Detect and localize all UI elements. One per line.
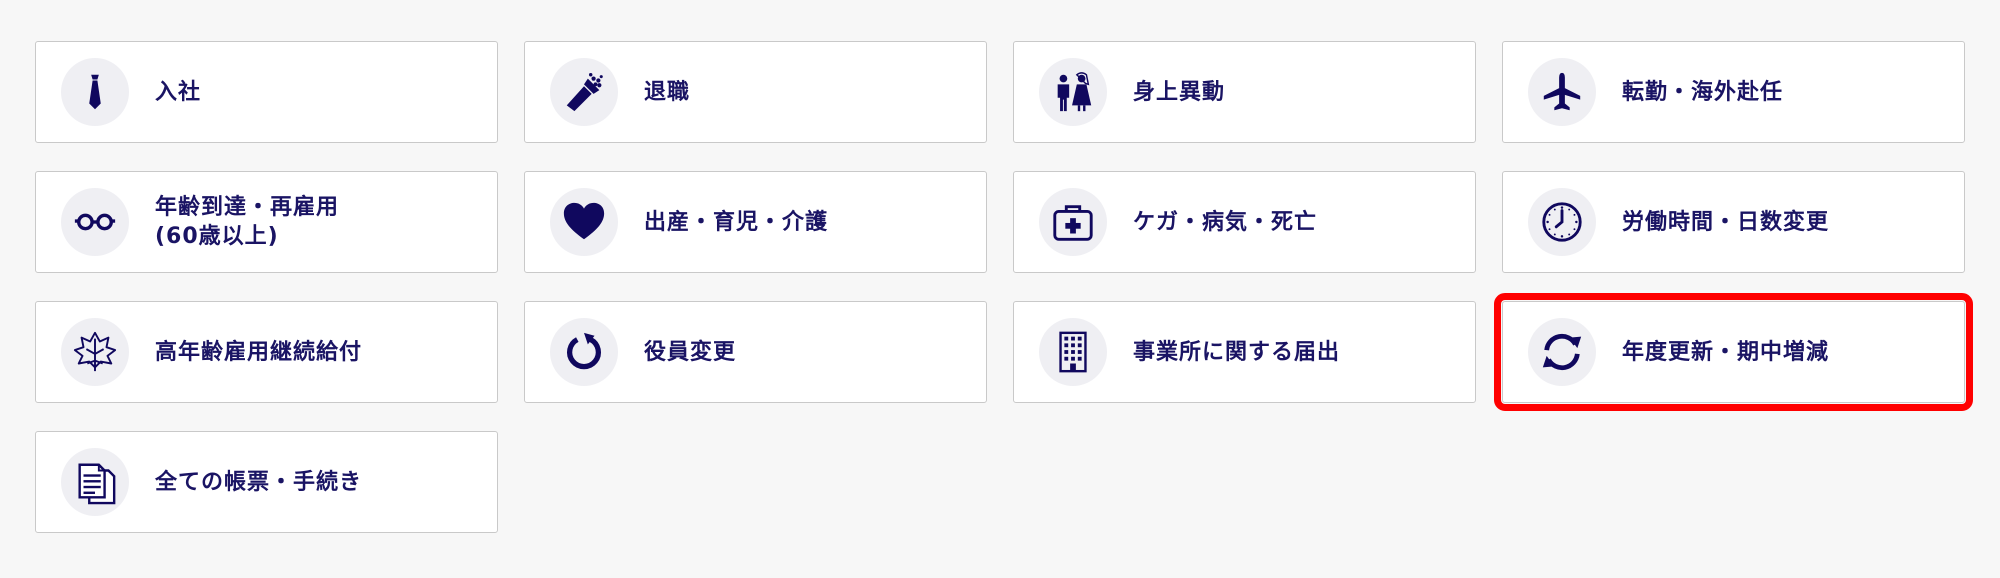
menu-card-label: 入社 <box>155 79 202 105</box>
menu-card-label: 転勤・海外赴任 <box>1622 79 1784 105</box>
menu-card-label: 全ての帳票・手続き <box>155 469 363 495</box>
menu-card-personal-change[interactable]: 身上異動 <box>1013 41 1476 143</box>
menu-card-label: 事業所に関する届出 <box>1133 339 1341 365</box>
glasses-icon <box>61 188 129 256</box>
menu-card-officer-change[interactable]: 役員変更 <box>524 301 987 403</box>
menu-card-childcare[interactable]: 出産・育児・介護 <box>524 171 987 273</box>
menu-card-label: 労働時間・日数変更 <box>1622 209 1830 235</box>
menu-card-transfer[interactable]: 転勤・海外赴任 <box>1502 41 1965 143</box>
airplane-icon <box>1528 58 1596 126</box>
menu-card-label: 身上異動 <box>1133 79 1226 105</box>
menu-card-label: ケガ・病気・死亡 <box>1133 209 1318 235</box>
menu-card-label: 年度更新・期中増減 <box>1622 339 1830 365</box>
menu-card-joining[interactable]: 入社 <box>35 41 498 143</box>
menu-card-label: 出産・育児・介護 <box>644 209 829 235</box>
building-icon <box>1039 318 1107 386</box>
menu-card-injury-illness[interactable]: ケガ・病気・死亡 <box>1013 171 1476 273</box>
menu-card-label: 役員変更 <box>644 339 737 365</box>
refresh-arrows-icon <box>1528 318 1596 386</box>
rotate-arrow-icon <box>550 318 618 386</box>
menu-card-working-hours[interactable]: 労働時間・日数変更 <box>1502 171 1965 273</box>
procedure-menu-grid: 入社 退職 身上異動 転勤・海外赴任 年齢到達・再雇用 (60歳以上) 出産・育… <box>35 41 1973 533</box>
documents-icon <box>61 448 129 516</box>
menu-card-label: 退職 <box>644 79 691 105</box>
couple-icon <box>1039 58 1107 126</box>
first-aid-kit-icon <box>1039 188 1107 256</box>
bouquet-icon <box>550 58 618 126</box>
menu-card-retirement[interactable]: 退職 <box>524 41 987 143</box>
menu-card-elderly-employment-benefit[interactable]: 高年齢雇用継続給付 <box>35 301 498 403</box>
maple-leaf-icon <box>61 318 129 386</box>
menu-card-label: 高年齢雇用継続給付 <box>155 339 363 365</box>
menu-card-office-notification[interactable]: 事業所に関する届出 <box>1013 301 1476 403</box>
menu-card-age-rehire[interactable]: 年齢到達・再雇用 (60歳以上) <box>35 171 498 273</box>
menu-card-all-forms[interactable]: 全ての帳票・手続き <box>35 431 498 533</box>
clock-icon <box>1528 188 1596 256</box>
necktie-icon <box>61 58 129 126</box>
menu-card-annual-update[interactable]: 年度更新・期中増減 <box>1494 293 1973 411</box>
menu-card-label: 年齢到達・再雇用 (60歳以上) <box>155 195 340 249</box>
heart-icon <box>550 188 618 256</box>
